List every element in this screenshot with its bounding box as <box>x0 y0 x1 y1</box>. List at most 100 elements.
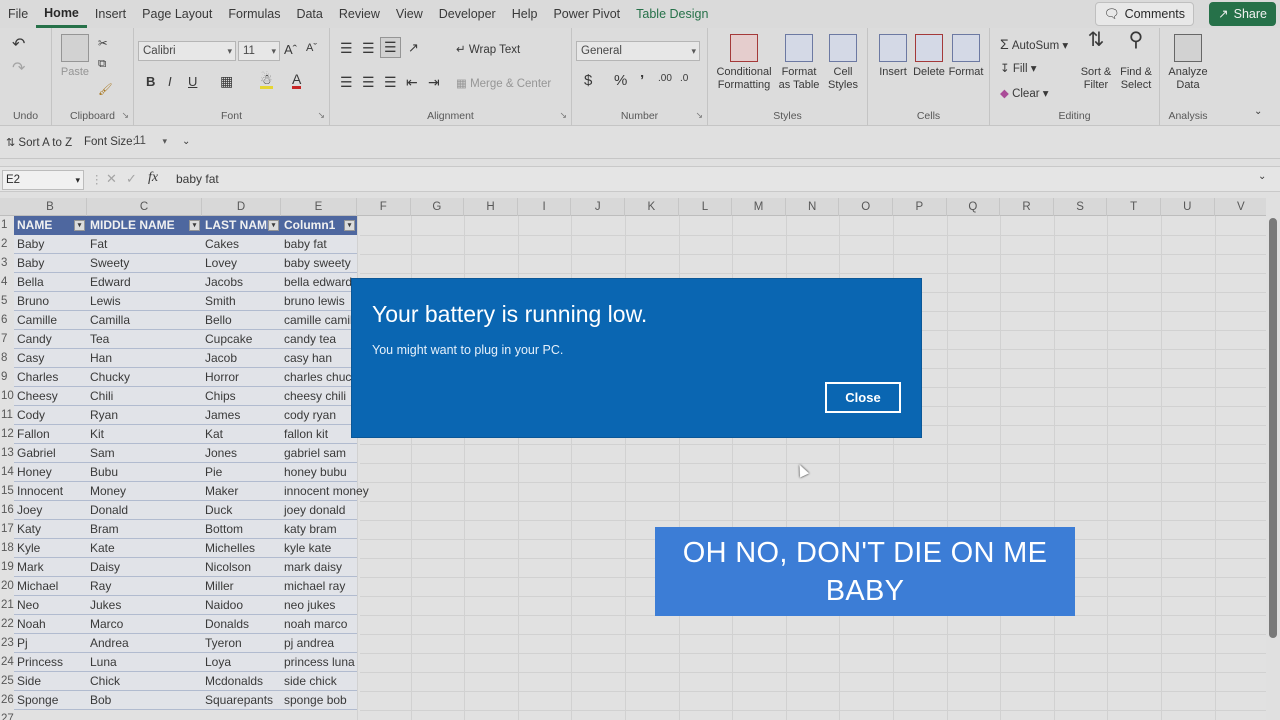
row-header[interactable]: 27 <box>0 710 14 720</box>
font-launcher-icon[interactable]: ↘ <box>317 110 325 121</box>
row-header[interactable]: 12 <box>0 425 14 444</box>
table-cell[interactable]: baby sweety <box>281 254 357 273</box>
menu-tab-view[interactable]: View <box>388 0 431 28</box>
table-cell[interactable]: Noah <box>14 615 87 634</box>
shrink-font-icon[interactable]: Aˇ <box>306 42 317 54</box>
font-name-combo[interactable]: Calibri ▾ <box>138 41 236 61</box>
column-header[interactable]: U <box>1161 198 1215 216</box>
table-cell[interactable]: Jacobs <box>202 273 281 292</box>
align-left-icon[interactable]: ☰ <box>340 74 353 91</box>
table-cell[interactable]: noah marco <box>281 615 357 634</box>
table-cell[interactable]: sponge bob <box>281 691 357 710</box>
table-cell[interactable]: Princess <box>14 653 87 672</box>
number-launcher-icon[interactable]: ↘ <box>695 110 703 121</box>
menu-tab-developer[interactable]: Developer <box>431 0 504 28</box>
table-cell[interactable]: Chips <box>202 387 281 406</box>
alignment-launcher-icon[interactable]: ↘ <box>559 110 567 121</box>
insert-cells-button[interactable]: Insert <box>876 34 910 79</box>
row-header[interactable]: 21 <box>0 596 14 615</box>
formula-input[interactable]: baby fat <box>176 172 219 186</box>
redo-icon[interactable]: ↷ <box>12 58 25 78</box>
table-cell[interactable]: Innocent <box>14 482 87 501</box>
find-select-button[interactable]: ⚲ Find & Select <box>1116 30 1156 92</box>
name-box[interactable]: E2 ▾ <box>2 170 84 190</box>
table-cell[interactable]: katy bram <box>281 520 357 539</box>
comma-icon[interactable]: ’ <box>640 72 644 89</box>
table-cell[interactable]: bruno lewis <box>281 292 357 311</box>
table-cell[interactable]: casy han <box>281 349 357 368</box>
row-header[interactable]: 9 <box>0 368 14 387</box>
align-center-icon[interactable]: ☰ <box>362 74 375 91</box>
table-cell[interactable]: Bob <box>87 691 202 710</box>
table-header-cell[interactable]: LAST NAME ▾ <box>202 216 281 235</box>
analyze-data-button[interactable]: Analyze Data <box>1166 34 1210 92</box>
table-cell[interactable]: Sweety <box>87 254 202 273</box>
table-cell[interactable]: Naidoo <box>202 596 281 615</box>
filter-dropdown-icon[interactable]: ▾ <box>268 220 279 231</box>
table-cell[interactable]: Edward <box>87 273 202 292</box>
table-cell[interactable]: Gabriel <box>14 444 87 463</box>
fill-button[interactable]: ↧ Fill ▾ <box>1000 61 1037 75</box>
table-cell[interactable]: kyle kate <box>281 539 357 558</box>
row-header[interactable]: 23 <box>0 634 14 653</box>
table-cell[interactable]: Baby <box>14 254 87 273</box>
column-header[interactable]: G <box>411 198 465 216</box>
clear-button[interactable]: ◆ Clear ▾ <box>1000 86 1049 100</box>
table-cell[interactable]: joey donald <box>281 501 357 520</box>
table-cell[interactable]: Kat <box>202 425 281 444</box>
column-header[interactable]: M <box>732 198 786 216</box>
table-cell[interactable]: Duck <box>202 501 281 520</box>
decrease-indent-icon[interactable]: ⇤ <box>406 74 418 91</box>
sort-a-to-z-button[interactable]: ⇅ Sort A to Z <box>6 136 72 149</box>
table-cell[interactable]: Chili <box>87 387 202 406</box>
row-header[interactable]: 15 <box>0 482 14 501</box>
column-header[interactable]: H <box>464 198 518 216</box>
table-cell[interactable]: Donalds <box>202 615 281 634</box>
qat-font-size-combo[interactable]: 11 ▾ <box>130 133 170 151</box>
menu-tab-help[interactable]: Help <box>504 0 546 28</box>
table-cell[interactable]: Jukes <box>87 596 202 615</box>
table-cell[interactable]: Katy <box>14 520 87 539</box>
align-bottom-icon[interactable]: ☰ <box>380 37 401 58</box>
table-cell[interactable]: Sam <box>87 444 202 463</box>
table-cell[interactable]: Bella <box>14 273 87 292</box>
row-header[interactable]: 17 <box>0 520 14 539</box>
column-header[interactable]: K <box>625 198 679 216</box>
table-header-cell[interactable]: Column1 ▾ <box>281 216 357 235</box>
table-cell[interactable]: Chucky <box>87 368 202 387</box>
table-cell[interactable]: Mark <box>14 558 87 577</box>
column-header[interactable]: L <box>679 198 733 216</box>
table-header-cell[interactable]: MIDDLE NAME ▾ <box>87 216 202 235</box>
table-cell[interactable]: Side <box>14 672 87 691</box>
row-header[interactable]: 26 <box>0 691 14 710</box>
table-cell[interactable]: Jacob <box>202 349 281 368</box>
filter-dropdown-icon[interactable]: ▾ <box>344 220 355 231</box>
menu-tab-insert[interactable]: Insert <box>87 0 134 28</box>
expand-formula-bar-icon[interactable]: ⌄ <box>1258 171 1266 182</box>
table-cell[interactable]: princess luna <box>281 653 357 672</box>
column-header[interactable]: S <box>1054 198 1108 216</box>
currency-icon[interactable]: $ <box>584 72 592 89</box>
orientation-icon[interactable]: ↗ <box>408 40 419 56</box>
table-cell[interactable]: side chick <box>281 672 357 691</box>
table-cell[interactable]: Camille <box>14 311 87 330</box>
table-cell[interactable]: Miller <box>202 577 281 596</box>
undo-icon[interactable]: ↶ <box>12 34 25 54</box>
table-cell[interactable]: Squarepants <box>202 691 281 710</box>
table-cell[interactable]: pj andrea <box>281 634 357 653</box>
decrease-decimal-icon[interactable]: .0 <box>680 73 688 84</box>
table-header-cell[interactable]: NAME ▾ <box>14 216 87 235</box>
table-cell[interactable]: Kyle <box>14 539 87 558</box>
table-cell[interactable]: Pj <box>14 634 87 653</box>
cancel-icon[interactable]: ✕ <box>106 171 117 187</box>
row-header[interactable]: 3 <box>0 254 14 273</box>
column-header[interactable]: C <box>87 198 202 216</box>
row-header[interactable]: 18 <box>0 539 14 558</box>
table-cell[interactable]: Horror <box>202 368 281 387</box>
row-header[interactable]: 10 <box>0 387 14 406</box>
column-header[interactable]: J <box>571 198 625 216</box>
column-header[interactable]: D <box>202 198 281 216</box>
table-cell[interactable]: Casy <box>14 349 87 368</box>
table-cell[interactable]: Marco <box>87 615 202 634</box>
row-header[interactable]: 25 <box>0 672 14 691</box>
